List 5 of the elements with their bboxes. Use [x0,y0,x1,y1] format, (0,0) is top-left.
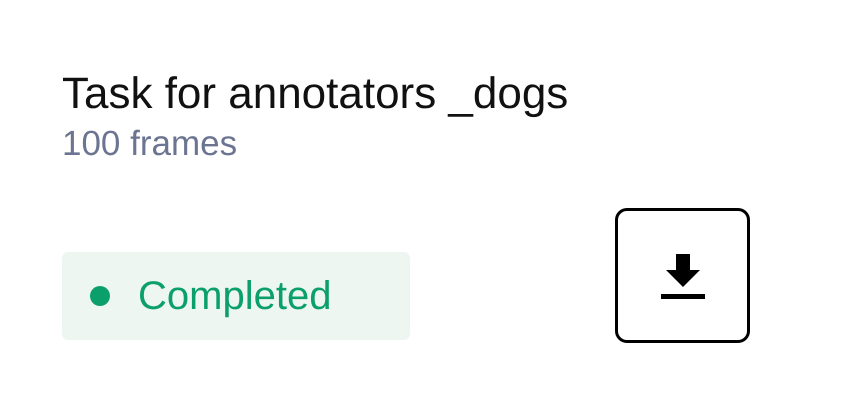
frame-count: 100 frames [62,123,238,165]
download-button[interactable] [615,208,750,343]
download-icon [658,252,706,300]
status-label: Completed [138,274,332,318]
task-title: Task for annotators _dogs [62,68,570,120]
